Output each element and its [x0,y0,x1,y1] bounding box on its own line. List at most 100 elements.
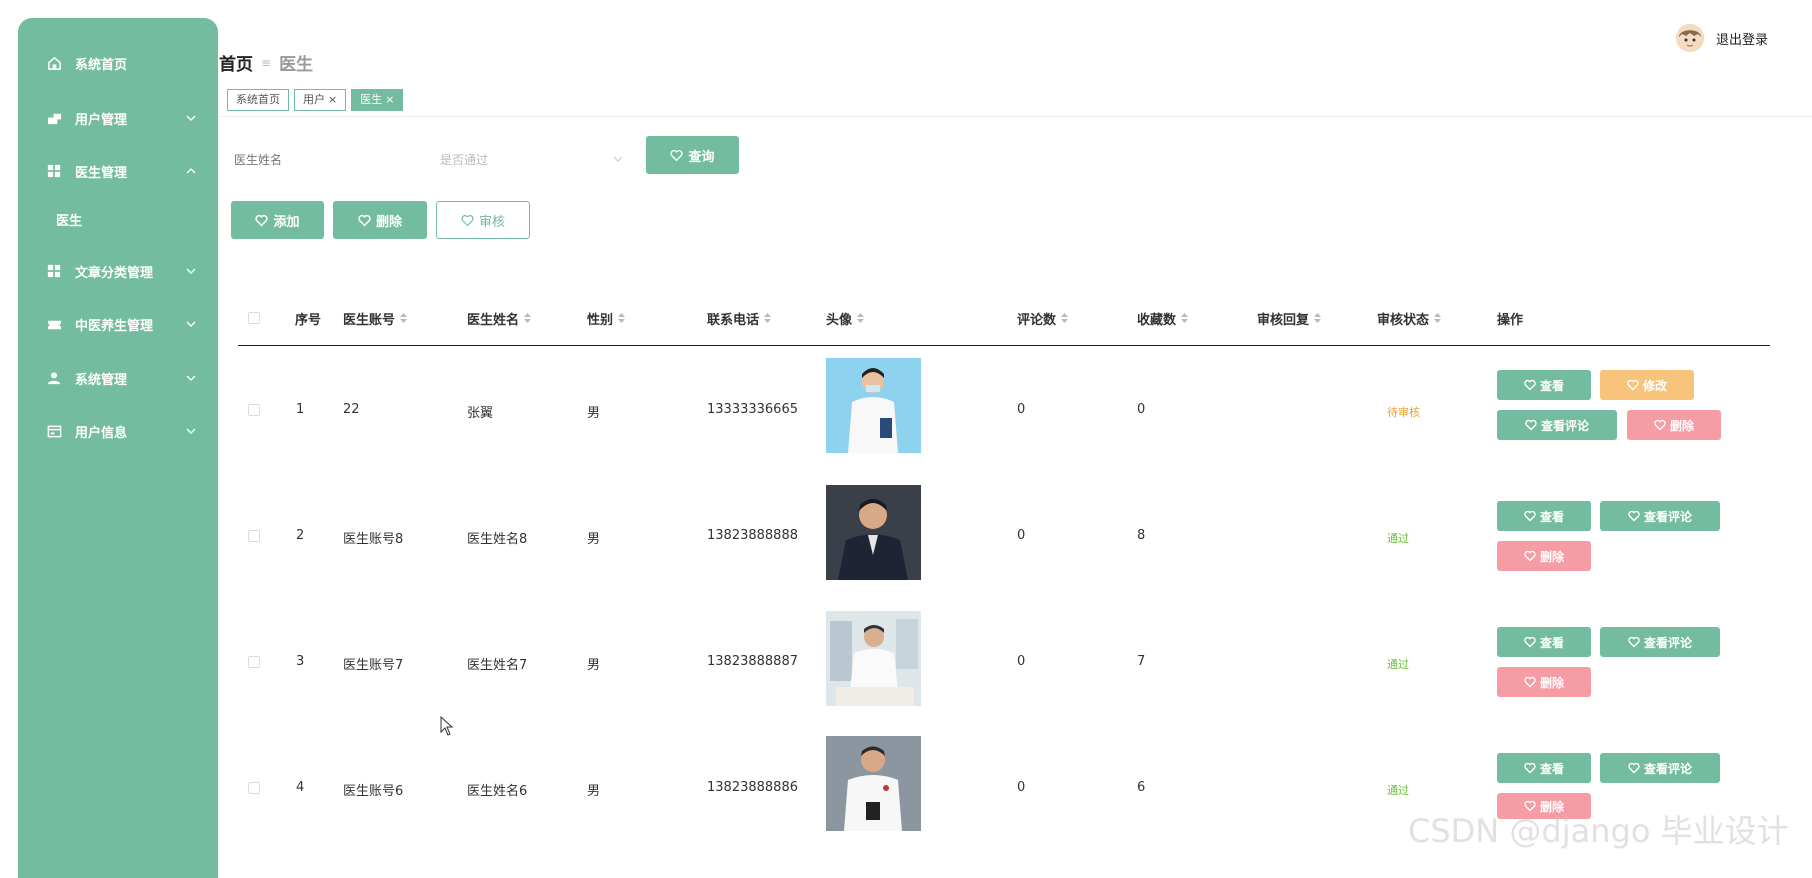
ticket-icon [46,316,62,332]
column-header[interactable]: 审核状态 [1377,306,1442,330]
tag-user[interactable]: 用户 × [294,89,347,111]
sidebar-item-label: 中医养生管理 [75,318,154,334]
breadcrumb-home[interactable]: 首页 [219,50,253,75]
sidebar-item-user-manage[interactable]: 用户管理 [18,98,218,138]
select-all-checkbox[interactable] [248,312,260,324]
add-button[interactable]: 添加 [231,201,324,239]
view-button[interactable]: 查看 [1497,370,1591,400]
heart-icon [1525,419,1537,431]
column-header[interactable]: 评论数 [1017,306,1069,330]
view-button[interactable]: 查看 [1497,627,1591,657]
heart-icon [255,214,269,226]
chevron-down-icon [186,375,196,381]
sort-icon[interactable] [1181,313,1189,323]
sort-icon[interactable] [524,313,532,323]
edit-button[interactable]: 修改 [1600,370,1694,400]
logout-link[interactable]: 退出登录 [1716,29,1768,48]
doctor-avatar-image [826,736,921,831]
sidebar-item-doctor-manage[interactable]: 医生管理 [18,151,218,191]
tag-home[interactable]: 系统首页 [227,89,289,111]
status-badge: 通过 [1387,784,1409,797]
sort-icon[interactable] [1314,313,1322,323]
cell-account: 医生账号8 [343,532,404,547]
table-row: 1 22 张翼 男 13333336665 0 0 待审核 查看 修改 查看评论… [238,358,1770,484]
column-header[interactable]: 联系电话 [707,306,772,330]
sidebar-item-label: 用户信息 [75,425,128,441]
view-comments-button[interactable]: 查看评论 [1600,501,1720,531]
view-button[interactable]: 查看 [1497,501,1591,531]
sidebar-item-home[interactable]: 系统首页 [18,43,218,83]
cell-no: 4 [296,780,305,795]
cell-favorites: 6 [1137,780,1146,795]
column-header[interactable]: 头像 [826,306,865,330]
sort-icon[interactable] [857,313,865,323]
heart-icon [1524,636,1536,648]
heart-icon [1628,510,1640,522]
tag-label: 系统首页 [236,93,280,106]
breadcrumb: 首页 ≡ 医生 [219,50,313,75]
pass-status-select[interactable]: 是否通过 [440,146,630,172]
column-header[interactable]: 医生姓名 [467,306,532,330]
tag-doctor[interactable]: 医生 × [351,89,404,111]
sidebar: 系统首页 用户管理 医生管理 医生 文章分类管理 中医养生管理 系统管理 用户信… [18,18,218,878]
row-checkbox[interactable] [248,404,260,416]
sort-icon[interactable] [1434,313,1442,323]
sort-icon[interactable] [764,313,772,323]
home-icon [46,55,62,71]
doctor-name-input[interactable] [232,146,416,174]
heart-icon [1524,379,1536,391]
avatar[interactable] [1676,24,1704,52]
sort-icon[interactable] [400,313,408,323]
chevron-down-icon [186,428,196,434]
heart-icon [1524,676,1536,688]
sort-icon[interactable] [618,313,626,323]
row-checkbox[interactable] [248,656,260,668]
sidebar-subitem-doctor[interactable]: 医生 [18,202,218,236]
delete-button[interactable]: 删除 [1627,410,1721,440]
column-header[interactable]: 收藏数 [1137,306,1189,330]
view-button[interactable]: 查看 [1497,753,1591,783]
sort-icon[interactable] [1061,313,1069,323]
delete-button[interactable]: 删除 [1497,667,1591,697]
cell-account: 医生账号7 [343,658,404,673]
heart-icon [1524,762,1536,774]
row-checkbox[interactable] [248,530,260,542]
close-icon[interactable]: × [328,89,337,111]
cell-comments: 0 [1017,654,1026,669]
status-badge: 待审核 [1387,406,1420,419]
batch-delete-button[interactable]: 删除 [333,201,427,239]
card-icon [46,423,62,439]
tag-label: 用户 [303,93,325,106]
cell-phone: 13333336665 [707,402,798,417]
close-icon[interactable]: × [385,89,394,111]
grid-icon [46,263,62,279]
heart-icon [1628,636,1640,648]
sidebar-subitem-label: 医生 [56,213,83,229]
breadcrumb-separator: ≡ [261,55,272,70]
heart-icon [1654,419,1666,431]
row-checkbox[interactable] [248,782,260,794]
delete-button[interactable]: 删除 [1497,541,1591,571]
view-comments-button[interactable]: 查看评论 [1497,410,1617,440]
sidebar-item-user-info[interactable]: 用户信息 [18,411,218,451]
cell-no: 1 [296,402,305,417]
view-comments-button[interactable]: 查看评论 [1600,753,1720,783]
sidebar-item-system-manage[interactable]: 系统管理 [18,358,218,398]
cell-gender: 男 [587,406,601,421]
sidebar-item-article-category[interactable]: 文章分类管理 [18,251,218,291]
column-header[interactable]: 性别 [587,306,626,330]
query-button[interactable]: 查询 [646,136,739,174]
sidebar-item-label: 用户管理 [75,112,128,128]
column-header[interactable]: 审核回复 [1257,306,1322,330]
cell-phone: 13823888887 [707,654,798,669]
cell-favorites: 7 [1137,654,1146,669]
audit-button[interactable]: 审核 [436,201,530,239]
cell-account: 医生账号6 [343,784,404,799]
cell-comments: 0 [1017,528,1026,543]
heart-icon [1524,510,1536,522]
view-comments-button[interactable]: 查看评论 [1600,627,1720,657]
sidebar-item-tcm-health[interactable]: 中医养生管理 [18,304,218,344]
cell-favorites: 0 [1137,402,1146,417]
column-header[interactable]: 医生账号 [343,306,408,330]
cell-gender: 男 [587,532,601,547]
